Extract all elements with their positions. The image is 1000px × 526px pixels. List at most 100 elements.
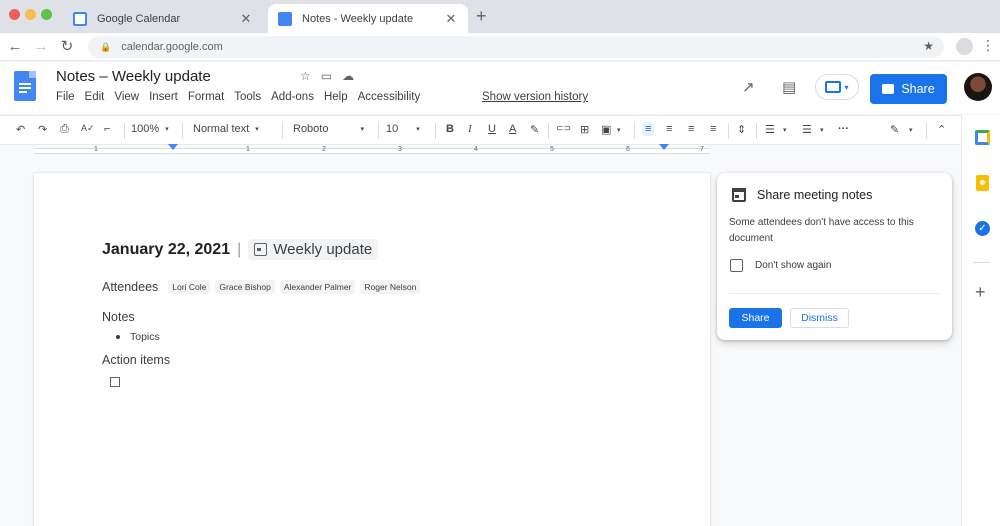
document-page[interactable]: January 22, 2021 | Weekly update Attende… (34, 173, 710, 526)
left-indent-marker[interactable] (168, 144, 178, 150)
ruler-number: 7 (700, 146, 704, 153)
attendees-row: Attendees Lori Cole Grace Bishop Alexand… (102, 280, 425, 294)
insert-link-icon[interactable]: ⊂⊃ (556, 123, 571, 134)
browser-profile-avatar[interactable] (956, 38, 973, 55)
align-right-icon[interactable]: ≡ (688, 123, 694, 135)
new-tab-button[interactable]: + (476, 6, 487, 27)
browser-nav-bar: ← → ↻ 🔒 calendar.google.com ★ ⋮ (0, 33, 1000, 61)
card-dismiss-button[interactable]: Dismiss (790, 308, 849, 328)
calendar-event-chip[interactable]: Weekly update (248, 239, 379, 260)
address-bar[interactable]: 🔒 calendar.google.com ★ (88, 36, 944, 58)
zoom-select[interactable]: 100% ▾ (131, 123, 169, 135)
ruler-number: 3 (398, 146, 402, 153)
dont-show-again-option[interactable]: Don't show again (730, 259, 831, 272)
show-version-history-link[interactable]: Show version history (482, 91, 588, 103)
line-spacing-icon[interactable]: ⇕ (737, 123, 746, 136)
menu-format[interactable]: Format (188, 91, 224, 103)
toolbar-divider (548, 123, 549, 139)
menu-add-ons[interactable]: Add-ons (271, 91, 314, 103)
tab-title: Notes - Weekly update (302, 12, 414, 25)
star-icon[interactable]: ☆ (300, 69, 311, 83)
align-justify-icon[interactable]: ≡ (710, 123, 716, 135)
font-select[interactable]: Roboto ▾ (293, 123, 364, 135)
right-indent-marker[interactable] (659, 144, 669, 150)
chevron-down-icon[interactable]: ▾ (617, 126, 621, 134)
docs-logo-icon[interactable] (14, 71, 36, 101)
toolbar-divider (728, 123, 729, 139)
insert-image-icon[interactable]: ▣ (601, 123, 611, 136)
collapse-menus-icon[interactable]: ⌃ (937, 123, 946, 136)
menu-insert[interactable]: Insert (149, 91, 178, 103)
font-size-select[interactable]: 10 ▾ (386, 123, 420, 135)
tab-notes-weekly-update[interactable]: Notes - Weekly update ✕ (268, 4, 468, 33)
align-center-icon[interactable]: ≡ (666, 123, 672, 135)
account-avatar[interactable] (964, 73, 992, 101)
reload-button[interactable]: ↻ (58, 37, 76, 57)
get-add-ons-icon[interactable]: + (975, 283, 986, 301)
window-close-button[interactable] (9, 9, 20, 20)
underline-button[interactable]: U (488, 123, 496, 135)
bold-button[interactable]: B (446, 123, 454, 135)
attendee-chip[interactable]: Lori Cole (168, 280, 211, 294)
undo-icon[interactable]: ↶ (16, 123, 25, 136)
toolbar-divider (282, 123, 283, 139)
ruler: 1 1 2 3 4 5 6 7 (0, 144, 961, 157)
menu-edit[interactable]: Edit (85, 91, 105, 103)
ruler-number: 4 (474, 146, 478, 153)
italic-button[interactable]: I (468, 123, 472, 135)
attendee-chip[interactable]: Roger Nelson (360, 280, 421, 294)
checklist-icon[interactable]: ☰ (765, 123, 775, 136)
browser-menu-icon[interactable]: ⋮ (981, 37, 995, 54)
redo-icon[interactable]: ↷ (38, 123, 47, 136)
chevron-down-icon[interactable]: ▾ (820, 126, 824, 134)
forward-button[interactable]: → (32, 37, 50, 57)
window-maximize-button[interactable] (41, 9, 52, 20)
activity-trend-icon[interactable]: ↗ (742, 78, 755, 96)
print-icon[interactable]: ⎙ (60, 123, 69, 136)
menu-file[interactable]: File (56, 91, 75, 103)
tab-close-icon[interactable]: ✕ (239, 11, 253, 27)
text-color-button[interactable]: A (509, 123, 516, 135)
chevron-down-icon[interactable]: ▾ (909, 126, 913, 134)
more-options-icon[interactable]: ··· (838, 123, 849, 135)
highlight-color-icon[interactable]: ✎ (530, 123, 539, 136)
attendee-chip[interactable]: Grace Bishop (215, 280, 275, 294)
window-minimize-button[interactable] (25, 9, 36, 20)
chevron-down-icon: ▾ (360, 126, 364, 133)
menu-view[interactable]: View (114, 91, 139, 103)
editing-mode-icon[interactable]: ✎ (890, 123, 899, 136)
menu-help[interactable]: Help (324, 91, 348, 103)
align-left-button[interactable]: ≡ (642, 122, 655, 136)
paint-format-icon[interactable]: ⌐ (104, 123, 110, 135)
bulleted-list-icon[interactable]: ☰ (802, 123, 812, 136)
chevron-down-icon[interactable]: ▾ (783, 126, 787, 134)
paragraph-style-select[interactable]: Normal text ▾ (193, 123, 259, 135)
tab-google-calendar[interactable]: Google Calendar ✕ (63, 4, 263, 33)
comment-history-icon[interactable]: ▤ (782, 78, 796, 96)
toolbar-divider (435, 123, 436, 139)
share-label: Share (901, 82, 935, 96)
dont-show-again-checkbox[interactable] (730, 259, 743, 272)
present-to-meeting-button[interactable]: ▾ (815, 74, 859, 100)
cloud-saved-icon[interactable]: ☁ (342, 69, 354, 83)
side-panel: ✓ + (961, 115, 1000, 526)
back-button[interactable]: ← (6, 37, 24, 57)
google-keep-icon[interactable] (976, 175, 989, 191)
docs-favicon-icon (278, 11, 292, 26)
attendee-chip[interactable]: Alexander Palmer (279, 280, 356, 294)
document-title[interactable]: Notes – Weekly update (56, 68, 211, 85)
add-comment-icon[interactable]: ⊞ (580, 123, 589, 136)
menu-tools[interactable]: Tools (234, 91, 261, 103)
google-calendar-icon[interactable] (975, 130, 990, 145)
google-tasks-icon[interactable]: ✓ (975, 221, 990, 236)
spellcheck-icon[interactable]: A✓ (81, 123, 95, 134)
tab-close-icon[interactable]: ✕ (444, 11, 458, 27)
menu-accessibility[interactable]: Accessibility (358, 91, 421, 103)
action-item-checkbox[interactable] (110, 377, 120, 387)
attendees-label: Attendees (102, 280, 159, 294)
folder-icon[interactable]: ▭ (321, 69, 332, 83)
card-share-button[interactable]: Share (729, 308, 782, 328)
bookmark-star-icon[interactable]: ★ (923, 39, 934, 53)
card-header: Share meeting notes (732, 188, 872, 202)
share-button[interactable]: Share (870, 74, 947, 104)
